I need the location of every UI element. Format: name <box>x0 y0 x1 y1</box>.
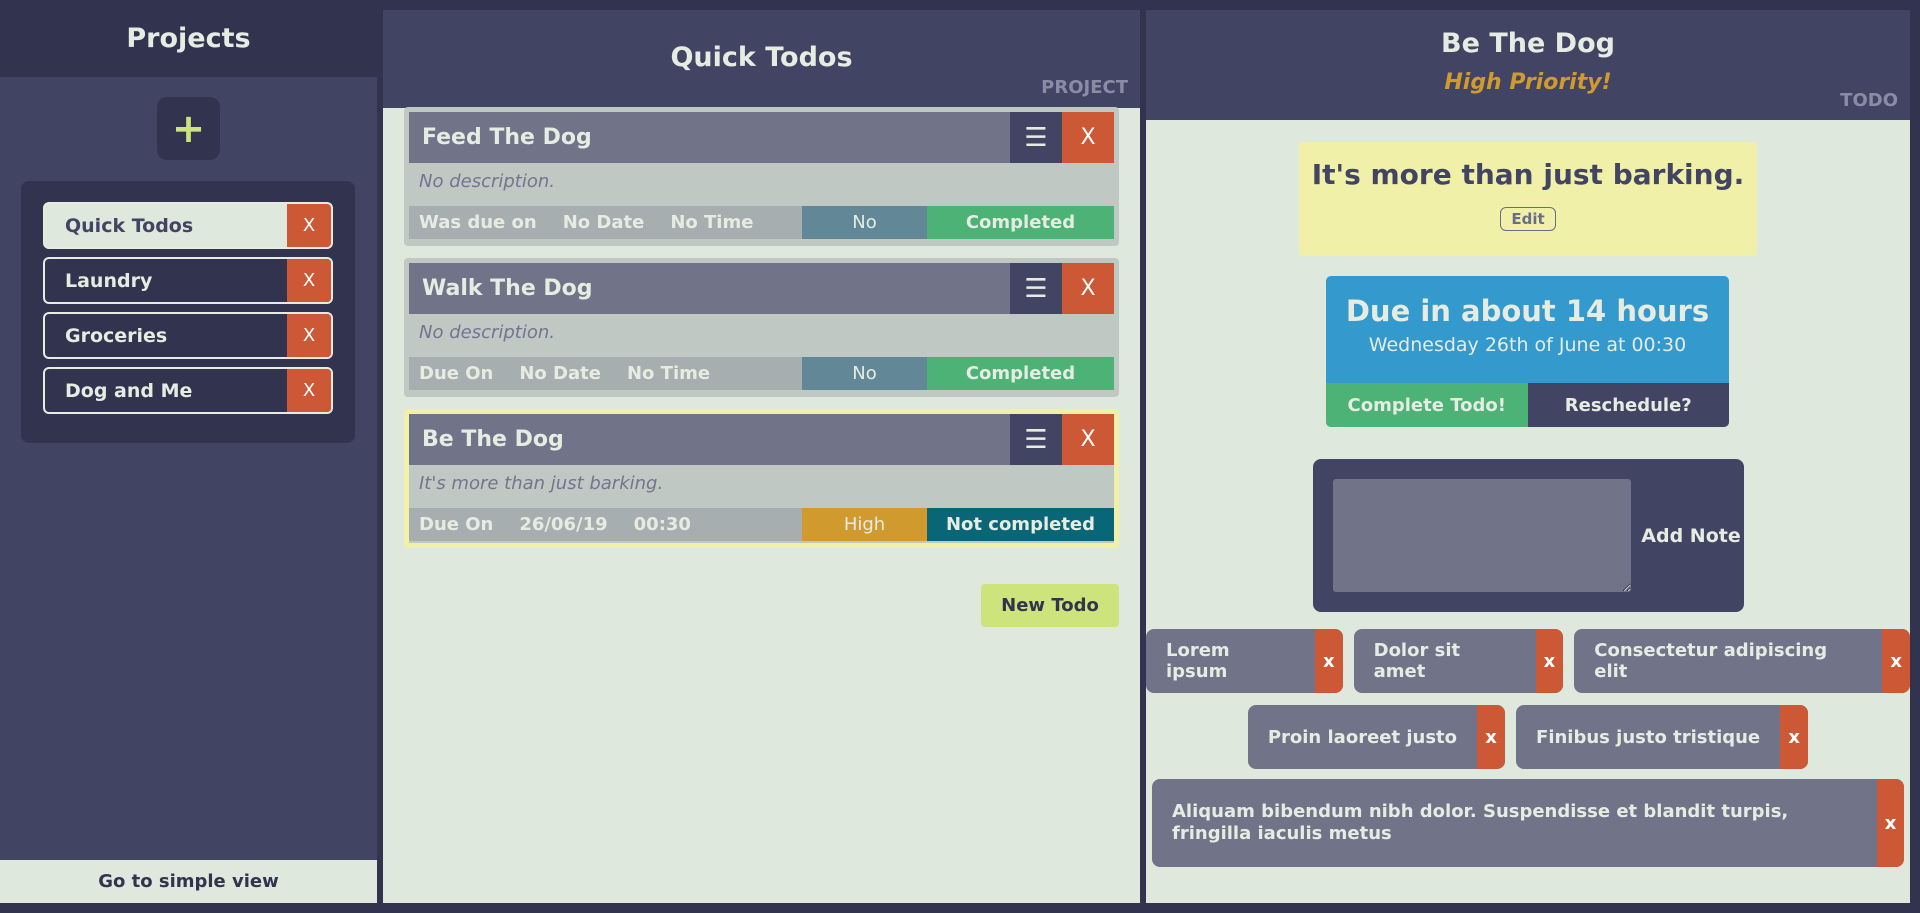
project-label: Laundry <box>65 269 153 292</box>
priority-badge: No <box>802 357 927 390</box>
priority-badge: No <box>802 206 927 239</box>
todo-card-footer: Due On 26/06/19 00:30 High Not completed <box>409 508 1114 541</box>
todo-tag: TODO <box>1840 90 1898 111</box>
project-label: Groceries <box>65 324 168 347</box>
todo-card[interactable]: Feed The Dog ☰ X No description. Was due o… <box>404 107 1119 246</box>
delete-note-button[interactable]: x <box>1882 629 1910 693</box>
todo-card-header: Walk The Dog ☰ X <box>409 263 1114 314</box>
status-badge[interactable]: Not completed <box>927 508 1114 541</box>
priority-text: High Priority! <box>1444 70 1612 95</box>
note-text: Proin laoreet justo <box>1267 726 1458 748</box>
todo-card[interactable]: Walk The Dog ☰ X No description. Due On No … <box>404 258 1119 397</box>
due-time: No Time <box>670 212 754 233</box>
delete-todo-button[interactable]: X <box>1062 263 1114 314</box>
simple-view-link[interactable]: Go to simple view <box>0 860 377 903</box>
todo-card-description: It's more than just barking. <box>419 473 664 494</box>
due-date: 26/06/19 <box>519 514 608 535</box>
note-text: Dolor sit amet <box>1373 640 1461 682</box>
reschedule-button[interactable]: Reschedule? <box>1527 383 1729 427</box>
delete-note-button[interactable]: x <box>1780 705 1809 769</box>
todo-card-title: Walk The Dog <box>422 276 593 301</box>
priority-badge: High <box>802 508 927 541</box>
project-title: Quick Todos <box>670 42 853 73</box>
todo-description: It's more than just barking. <box>1311 158 1745 191</box>
complete-todo-button[interactable]: Complete Todo! <box>1326 383 1528 427</box>
note-item: Aliquam bibendum nibh dolor. Suspendisse… <box>1152 779 1904 867</box>
note-input[interactable] <box>1333 479 1631 592</box>
status-badge[interactable]: Completed <box>927 206 1114 239</box>
projects-sidebar: Projects + Quick Todos X Laundry X Groceri… <box>0 0 377 903</box>
delete-note-button[interactable]: x <box>1877 779 1904 867</box>
note-item: Consectetur adipiscing elit x <box>1574 629 1910 693</box>
hamburger-icon[interactable]: ☰ <box>1010 263 1062 314</box>
due-card: Due in about 14 hours Wednesday 26th of … <box>1326 276 1729 427</box>
delete-note-button[interactable]: x <box>1315 629 1343 693</box>
edit-button[interactable]: Edit <box>1500 207 1556 231</box>
delete-note-button[interactable]: x <box>1477 705 1506 769</box>
due-label: Due On <box>419 514 494 535</box>
todo-card-description: No description. <box>419 171 556 192</box>
delete-project-button[interactable]: X <box>287 259 331 302</box>
note-text: Consectetur adipiscing elit <box>1594 640 1828 682</box>
status-badge[interactable]: Completed <box>927 357 1114 390</box>
hamburger-icon[interactable]: ☰ <box>1010 414 1062 465</box>
project-item-dog-and-me[interactable]: Dog and Me X <box>43 367 333 414</box>
sidebar-title: Projects <box>0 0 377 77</box>
note-item: Proin laoreet justo x <box>1247 705 1506 769</box>
project-item-quick-todos[interactable]: Quick Todos X <box>43 202 333 249</box>
due-date: No Date <box>519 363 601 384</box>
project-panel: Quick Todos PROJECT Feed The Dog ☰ X No de… <box>383 10 1140 903</box>
due-date: No Date <box>562 212 645 233</box>
hamburger-icon[interactable]: ☰ <box>1010 112 1062 163</box>
todo-panel: Be The Dog High Priority! TODO It's more… <box>1146 10 1910 903</box>
due-label: Was due on <box>419 212 537 233</box>
project-list: Quick Todos X Laundry X Groceries X Dog and… <box>21 181 355 443</box>
project-item-groceries[interactable]: Groceries X <box>43 312 333 359</box>
delete-project-button[interactable]: X <box>287 369 331 412</box>
note-item: Dolor sit amet x <box>1353 629 1564 693</box>
due-time: 00:30 <box>633 514 691 535</box>
description-card: It's more than just barking. Edit <box>1299 142 1757 256</box>
project-header: Quick Todos PROJECT <box>383 10 1140 108</box>
note-text: Finibus justo tristique <box>1536 726 1761 748</box>
project-tag: PROJECT <box>1041 77 1128 98</box>
due-text: Due in about 14 hours <box>1345 294 1710 328</box>
todo-title: Be The Dog <box>1441 28 1615 59</box>
delete-todo-button[interactable]: X <box>1062 414 1114 465</box>
delete-project-button[interactable]: X <box>287 204 331 247</box>
todo-card-header: Feed The Dog ☰ X <box>409 112 1114 163</box>
add-project-button[interactable]: + <box>157 97 220 160</box>
project-label: Quick Todos <box>65 214 194 237</box>
note-text: Lorem ipsum <box>1166 640 1230 682</box>
due-date: Wednesday 26th of June at 00:30 <box>1368 334 1687 356</box>
todo-card-title: Be The Dog <box>422 427 564 452</box>
project-item-laundry[interactable]: Laundry X <box>43 257 333 304</box>
due-label: Due On <box>419 363 494 384</box>
todo-card-footer: Was due on No Date No Time No Completed <box>409 206 1114 239</box>
todo-card-header: Be The Dog ☰ X <box>409 414 1114 465</box>
project-label: Dog and Me <box>65 379 193 402</box>
add-note-button[interactable]: Add Note <box>1638 459 1744 612</box>
todo-card-footer: Due On No Date No Time No Completed <box>409 357 1114 390</box>
new-todo-button[interactable]: New Todo <box>981 584 1119 627</box>
note-item: Lorem ipsum x <box>1146 629 1343 693</box>
delete-note-button[interactable]: x <box>1535 629 1564 693</box>
note-text: Aliquam bibendum nibh dolor. Suspendisse… <box>1172 801 1789 844</box>
todo-header: Be The Dog High Priority! TODO <box>1146 10 1910 120</box>
delete-todo-button[interactable]: X <box>1062 112 1114 163</box>
todo-card[interactable]: Be The Dog ☰ X It's more than just barking… <box>404 409 1119 548</box>
todo-card-description: No description. <box>419 322 556 343</box>
delete-project-button[interactable]: X <box>287 314 331 357</box>
todo-card-title: Feed The Dog <box>422 125 592 150</box>
note-form: Add Note <box>1313 459 1744 612</box>
due-time: No Time <box>626 363 711 384</box>
note-item: Finibus justo tristique x <box>1516 705 1809 769</box>
